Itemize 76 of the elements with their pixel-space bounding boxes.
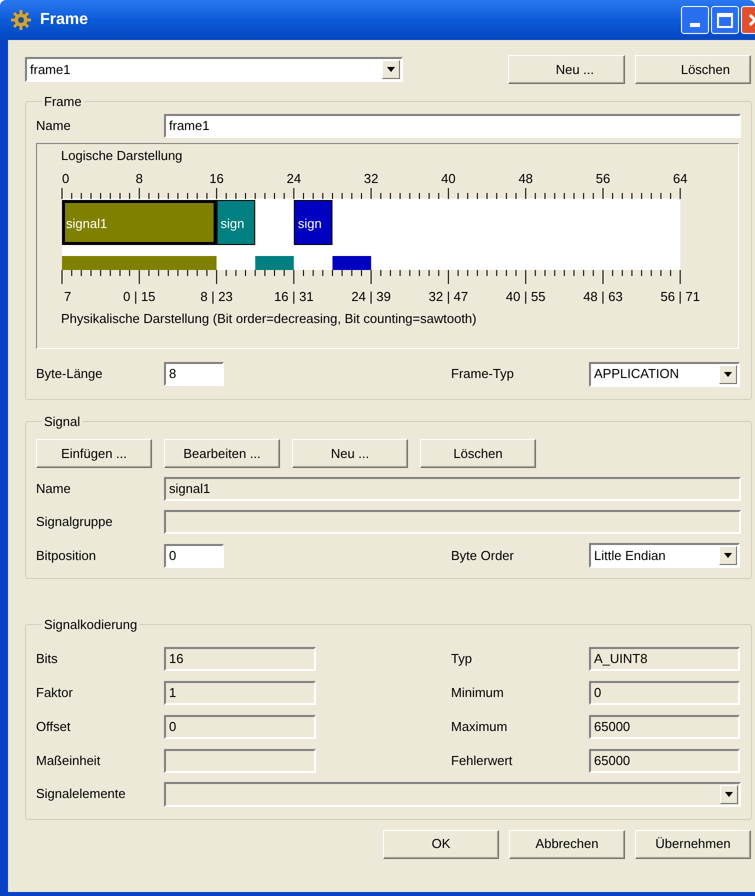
tick-label: 7 — [64, 288, 72, 306]
tick-label: 24 — [286, 170, 302, 188]
dropdown-value: frame1 — [30, 60, 70, 79]
tick-label: 56 — [596, 170, 610, 188]
delete-button[interactable]: Löschen — [635, 55, 751, 84]
tick-label: 0 — [62, 170, 70, 188]
group-title: Frame — [43, 93, 83, 111]
signal-label: signal1 — [66, 214, 108, 233]
tick-label: 32 — [364, 170, 378, 188]
tick-label: 48 | 63 — [583, 288, 623, 306]
caret-icon — [724, 553, 732, 558]
apply-button[interactable]: Übernehmen — [635, 830, 751, 858]
caret-icon — [725, 792, 733, 796]
field-label: Byte Order — [451, 546, 515, 565]
button[interactable]: Löschen — [420, 439, 536, 468]
tick-label: 64 — [673, 170, 688, 188]
diagram-caption: Physikalische Darstellung (Bit order=decreasing, Bit counting=sawtooth) — [61, 310, 476, 328]
field-label: Name — [36, 116, 72, 135]
maximize-button[interactable] — [711, 6, 739, 34]
minimize-icon — [690, 23, 700, 27]
input-field[interactable]: 0 — [164, 544, 224, 568]
input-field[interactable]: frame1 — [164, 114, 741, 138]
cancel-button[interactable]: Abbrechen — [509, 830, 625, 858]
field-label: Maximum — [451, 718, 508, 736]
dropdown-arrow-button[interactable] — [719, 364, 737, 384]
signal-block[interactable] — [62, 200, 217, 244]
field-label: Signalgruppe — [36, 513, 114, 532]
group-title: Signal — [43, 412, 82, 431]
tick-label: 56 | 71 — [660, 288, 700, 306]
signal-label: sign — [220, 214, 244, 233]
dropdown[interactable]: frame1 — [25, 57, 403, 82]
signal-label: sign — [298, 214, 322, 233]
gear-icon — [10, 9, 32, 31]
tick-label: 40 — [441, 170, 456, 188]
field-label: Faktor — [36, 684, 74, 702]
tick-label: 8 — [136, 170, 143, 188]
field-label: Bitposition — [36, 546, 97, 565]
field-label: Signalelemente — [36, 785, 127, 804]
dropdown-value: APPLICATION — [594, 365, 680, 384]
field-label: Name — [36, 480, 72, 498]
field-label: Fehlerwert — [451, 752, 514, 770]
signal-block[interactable] — [294, 200, 332, 244]
field-label: Offset — [36, 718, 72, 736]
tick-label: 48 — [518, 170, 533, 188]
caret-icon — [387, 67, 395, 72]
field-label: Frame-Typ — [451, 365, 515, 384]
tick-label: 24 | 39 — [351, 288, 391, 306]
button[interactable]: Bearbeiten ... — [164, 439, 280, 468]
field-label: Typ — [451, 650, 473, 668]
maximize-icon — [717, 12, 733, 28]
field-label: Maßeinheit — [36, 752, 102, 770]
ok-button[interactable]: OK — [383, 830, 499, 858]
field-label: Byte-Länge — [36, 365, 104, 384]
tick-label: 16 — [209, 170, 224, 188]
tick-label: 8 | 23 — [200, 288, 233, 306]
field-label: Bits — [36, 650, 59, 668]
tick-label: 32 | 47 — [428, 288, 468, 306]
dropdown-arrow-button[interactable] — [719, 546, 737, 565]
new-button[interactable]: Neu ... — [508, 55, 625, 84]
dropdown-value: Little Endian — [594, 546, 666, 565]
button[interactable]: Neu ... — [292, 439, 408, 468]
input-field[interactable]: 8 — [164, 362, 224, 386]
group-title: Signalkodierung — [43, 616, 138, 634]
button[interactable]: Einfügen ... — [36, 439, 152, 468]
minimize-button[interactable] — [681, 6, 709, 34]
signal-block[interactable] — [216, 200, 256, 244]
tick-label: 16 | 31 — [274, 288, 314, 306]
field-label: Minimum — [451, 684, 505, 702]
window-title: Frame — [40, 10, 88, 30]
diagram-title: Logische Darstellung — [61, 146, 182, 165]
tick-label: 0 | 15 — [123, 288, 156, 306]
tick-label: 40 | 55 — [506, 288, 546, 306]
dropdown[interactable]: APPLICATION — [589, 362, 740, 386]
caret-icon — [724, 372, 732, 376]
dropdown[interactable]: Little Endian — [589, 543, 740, 568]
dropdown-arrow-button[interactable] — [382, 60, 400, 79]
